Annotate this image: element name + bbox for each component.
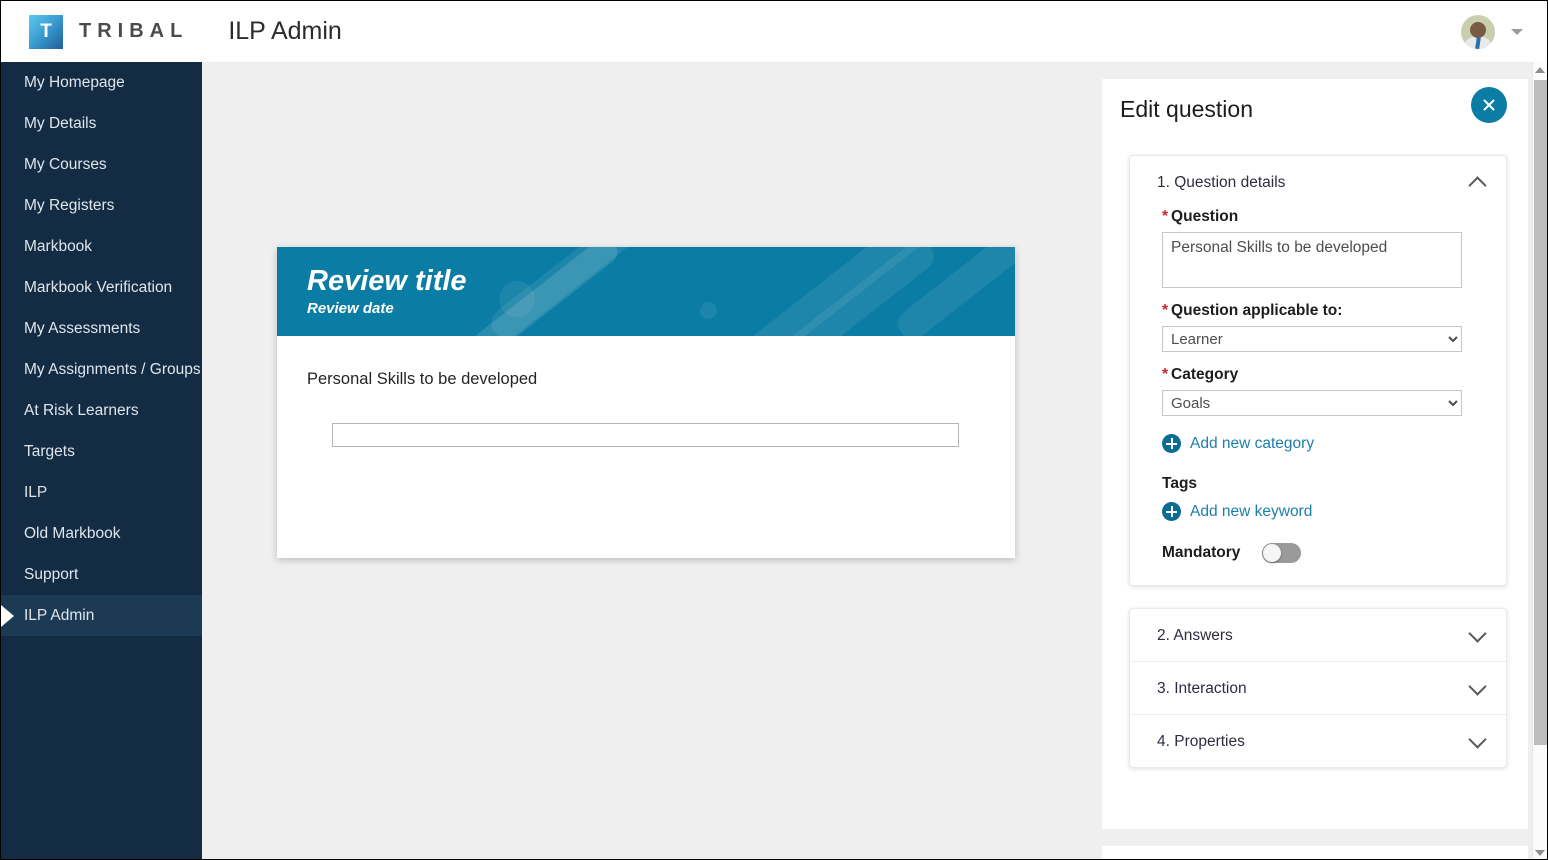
sidebar-item-label: ILP — [24, 484, 47, 501]
scroll-up-arrow-icon[interactable] — [1535, 67, 1545, 73]
section-question-details-body: *Question *Question applicable to: Learn… — [1130, 208, 1506, 585]
chevron-down-icon[interactable] — [1468, 677, 1486, 695]
panel-title: Edit question — [1120, 96, 1528, 123]
close-icon[interactable] — [1471, 87, 1507, 123]
sidebar-item-my-registers[interactable]: My Registers — [1, 185, 202, 226]
section-3-interaction-header[interactable]: 3. Interaction — [1130, 661, 1506, 714]
sidebar-item-my-courses[interactable]: My Courses — [1, 144, 202, 185]
chevron-up-icon[interactable] — [1468, 176, 1486, 194]
sidebar-item-label: Targets — [24, 443, 75, 460]
edit-question-panel: Edit question 1. Question details *Quest… — [1102, 79, 1528, 829]
mandatory-row: Mandatory — [1162, 543, 1476, 563]
add-new-category-label: Add new category — [1190, 435, 1314, 453]
add-new-keyword-button[interactable]: Add new keyword — [1162, 502, 1312, 521]
tribal-logo-icon: T — [29, 15, 63, 49]
required-asterisk: * — [1162, 208, 1168, 225]
sidebar-item-markbook[interactable]: Markbook — [1, 226, 202, 267]
sidebar-item-label: Markbook Verification — [24, 279, 172, 296]
top-bar: T TRIBAL ILP Admin — [1, 1, 1548, 62]
avatar[interactable] — [1461, 15, 1495, 49]
tags-label: Tags — [1162, 475, 1476, 493]
chevron-down-icon[interactable] — [1468, 624, 1486, 642]
section-2-answers-title: 2. Answers — [1157, 627, 1233, 645]
required-asterisk: * — [1162, 366, 1168, 383]
sidebar-item-label: My Assessments — [24, 320, 140, 337]
vertical-scrollbar[interactable] — [1532, 62, 1547, 860]
sidebar-item-label: Markbook — [24, 238, 92, 255]
sidebar-item-my-assignments-groups[interactable]: My Assignments / Groups — [1, 349, 202, 390]
question-applicable-to-select[interactable]: Learner — [1162, 326, 1462, 352]
panel-header: Edit question — [1102, 79, 1528, 141]
app-window: T TRIBAL ILP Admin My Homepage My Details… — [0, 0, 1548, 860]
brand-name: TRIBAL — [79, 20, 188, 43]
active-indicator-arrow-icon — [1, 605, 14, 627]
category-select[interactable]: Goals — [1162, 390, 1462, 416]
mandatory-toggle[interactable] — [1262, 543, 1301, 563]
add-new-category-button[interactable]: Add new category — [1162, 434, 1314, 453]
collapsed-sections: 2. Answers 3. Interaction 4. Properties — [1129, 608, 1507, 768]
user-menu[interactable] — [1461, 1, 1523, 62]
sidebar-item-my-assessments[interactable]: My Assessments — [1, 308, 202, 349]
sidebar-item-label: At Risk Learners — [24, 402, 139, 419]
question-label-text: Question — [1171, 208, 1238, 225]
sidebar-item-label: Old Markbook — [24, 525, 120, 542]
review-body: Personal Skills to be developed — [277, 336, 1015, 558]
chevron-down-icon[interactable] — [1511, 29, 1523, 35]
sidebar-item-at-risk-learners[interactable]: At Risk Learners — [1, 390, 202, 431]
add-new-keyword-label: Add new keyword — [1190, 503, 1312, 521]
avatar-face — [1470, 22, 1486, 38]
question-textarea[interactable] — [1162, 232, 1462, 288]
section-question-details-header[interactable]: 1. Question details — [1130, 156, 1506, 208]
brand-logo[interactable]: T TRIBAL — [29, 15, 188, 49]
mandatory-label: Mandatory — [1162, 544, 1240, 562]
section-question-details: 1. Question details *Question *Question … — [1129, 155, 1507, 586]
sidebar-item-support[interactable]: Support — [1, 554, 202, 595]
section-3-interaction-title: 3. Interaction — [1157, 680, 1247, 698]
sidebar-item-ilp[interactable]: ILP — [1, 472, 202, 513]
plus-icon — [1162, 502, 1181, 521]
panel-lower-strip — [1102, 846, 1528, 860]
sidebar-item-label: ILP Admin — [24, 607, 94, 624]
applicable-field-label: *Question applicable to: — [1162, 302, 1476, 320]
section-4-properties-header[interactable]: 4. Properties — [1130, 714, 1506, 767]
sidebar-item-my-details[interactable]: My Details — [1, 103, 202, 144]
question-field-label: *Question — [1162, 208, 1476, 226]
scroll-down-arrow-icon[interactable] — [1535, 850, 1545, 856]
sidebar-item-targets[interactable]: Targets — [1, 431, 202, 472]
sidebar-item-ilp-admin[interactable]: ILP Admin — [1, 595, 202, 636]
sidebar-item-markbook-verification[interactable]: Markbook Verification — [1, 267, 202, 308]
sidebar-item-label: My Homepage — [24, 74, 125, 91]
scroll-thumb[interactable] — [1534, 80, 1547, 745]
plus-icon — [1162, 434, 1181, 453]
sidebar-item-my-homepage[interactable]: My Homepage — [1, 62, 202, 103]
sidebar-item-label: My Details — [24, 115, 96, 132]
review-banner: Review title Review date — [277, 247, 1015, 336]
mandatory-toggle-knob — [1263, 544, 1281, 562]
review-date: Review date — [307, 300, 1015, 317]
sidebar: My Homepage My Details My Courses My Regist… — [1, 62, 202, 860]
section-question-details-title: 1. Question details — [1157, 174, 1285, 192]
section-2-answers-header[interactable]: 2. Answers — [1130, 609, 1506, 661]
sidebar-item-label: Support — [24, 566, 78, 583]
review-title: Review title — [307, 264, 1015, 298]
page-title: ILP Admin — [228, 17, 342, 46]
review-question-label: Personal Skills to be developed — [307, 370, 1015, 389]
category-field-label: *Category — [1162, 366, 1476, 384]
sidebar-item-old-markbook[interactable]: Old Markbook — [1, 513, 202, 554]
review-card: Review title Review date Personal Skills… — [277, 247, 1015, 558]
review-answer-input[interactable] — [332, 423, 959, 447]
section-4-properties-title: 4. Properties — [1157, 733, 1245, 751]
required-asterisk: * — [1162, 302, 1168, 319]
chevron-down-icon[interactable] — [1468, 730, 1486, 748]
sidebar-item-label: My Courses — [24, 156, 107, 173]
category-label-text: Category — [1171, 366, 1238, 383]
sidebar-item-label: My Assignments / Groups — [24, 361, 201, 378]
applicable-label-text: Question applicable to: — [1171, 302, 1342, 319]
sidebar-item-label: My Registers — [24, 197, 114, 214]
